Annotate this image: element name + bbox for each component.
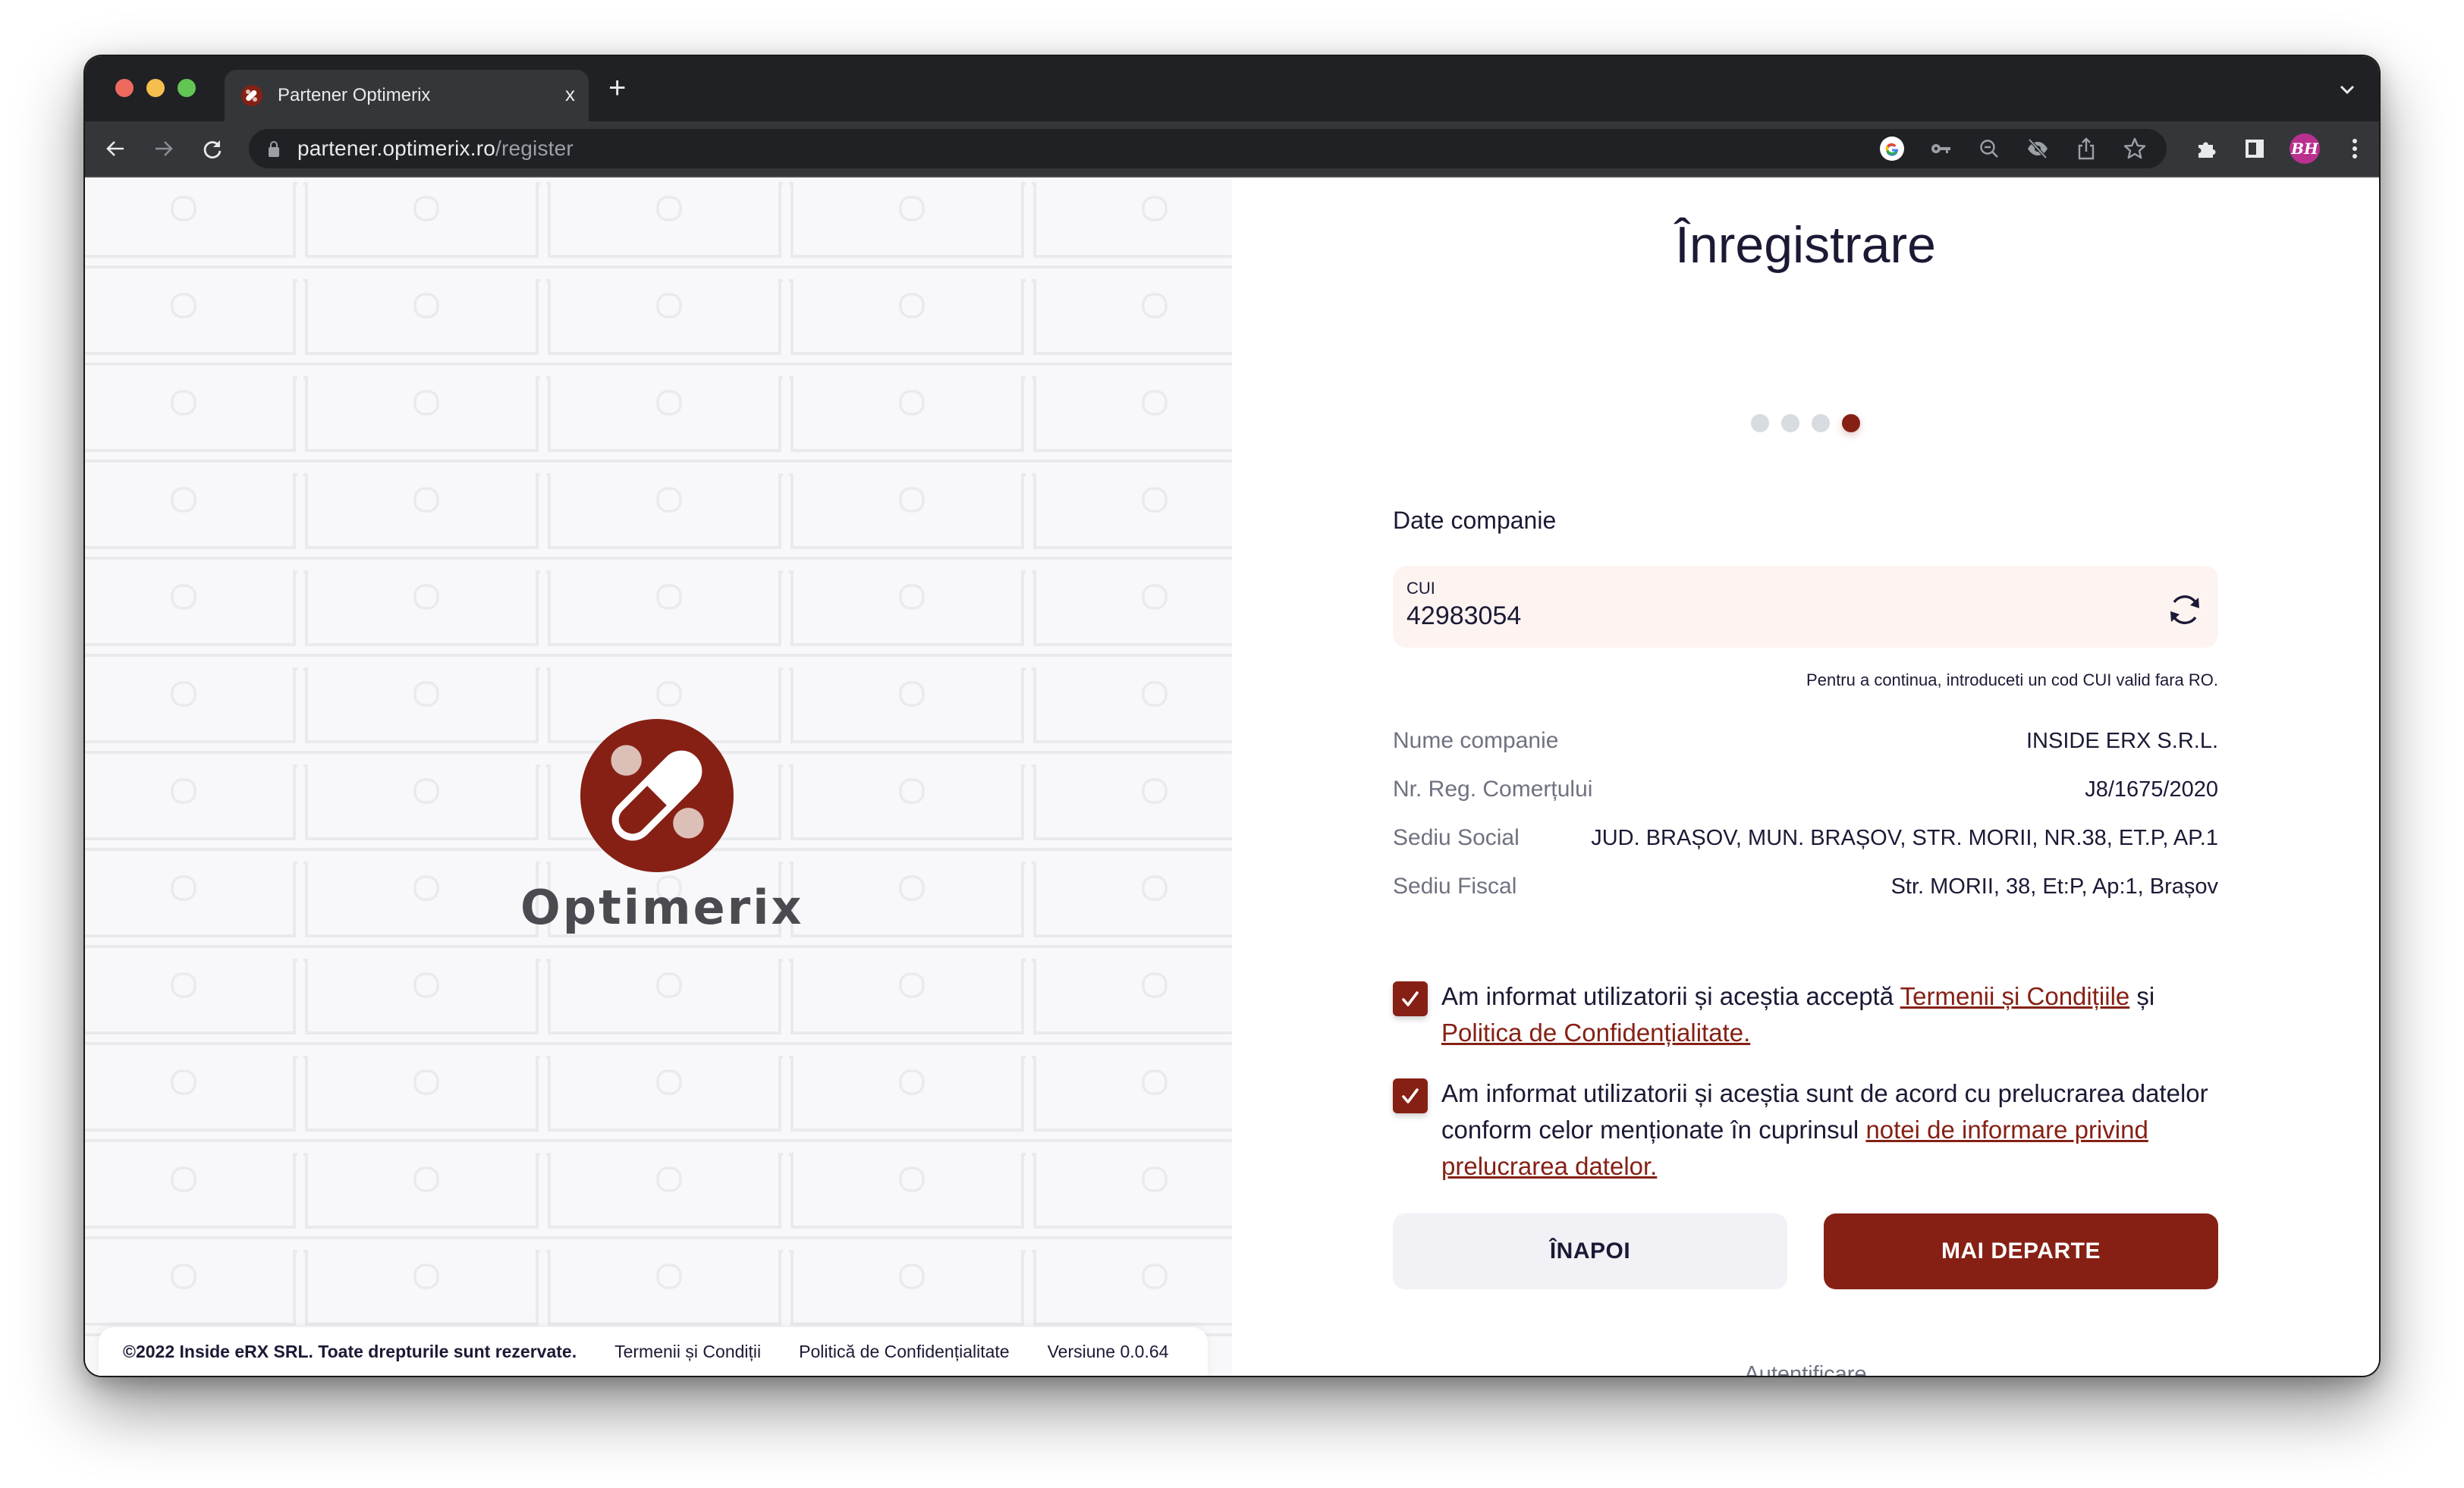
- footer: ©2022 Inside eRX SRL. Toate drepturile s…: [99, 1327, 1208, 1376]
- detail-label: Sediu Fiscal: [1393, 874, 1517, 899]
- back-arrow-icon[interactable]: [100, 133, 130, 164]
- company-details: Nume companie INSIDE ERX S.R.L. Nr. Reg.…: [1393, 728, 2218, 922]
- browser-toolbar: partener.optimerix.ro/register BH: [85, 121, 2379, 177]
- step-dot-4-active: [1842, 414, 1860, 432]
- url-host: partener.optimerix.ro: [297, 137, 495, 160]
- extensions-icon[interactable]: [2192, 135, 2220, 162]
- optimerix-pill-icon: [241, 85, 262, 106]
- tab-strip: Partener Optimerix x +: [85, 56, 2379, 121]
- lock-icon: [269, 141, 279, 157]
- browser-tab-active[interactable]: Partener Optimerix x: [225, 70, 589, 121]
- zoom-out-icon[interactable]: [1975, 135, 2003, 162]
- consent-data-processing: Am informat utilizatorii și aceștia sunt…: [1393, 1075, 2218, 1185]
- cui-value[interactable]: 42983054: [1406, 599, 2205, 633]
- refresh-icon[interactable]: [2165, 590, 2205, 629]
- step-dot-1: [1751, 414, 1769, 432]
- brand-logo: Optimerix: [520, 719, 804, 935]
- cui-input[interactable]: CUI 42983054: [1393, 566, 2218, 648]
- detail-label: Nr. Reg. Comerțului: [1393, 777, 1593, 802]
- page-title: Înregistrare: [1675, 216, 1936, 274]
- copyright-text: ©2022 Inside eRX SRL. Toate drepturile s…: [123, 1341, 577, 1361]
- maximize-window-button[interactable]: [178, 79, 196, 97]
- brand-panel: Optimerix ©2022 Inside eRX SRL. Toate dr…: [85, 177, 1232, 1376]
- star-icon[interactable]: [2121, 135, 2148, 162]
- consent-data-text: Am informat utilizatorii și aceștia sunt…: [1441, 1075, 2218, 1185]
- version-text: Versiune 0.0.64: [1047, 1341, 1169, 1361]
- close-window-button[interactable]: [115, 79, 134, 97]
- tab-close-icon[interactable]: x: [565, 80, 575, 108]
- side-panel-icon[interactable]: [2241, 135, 2268, 162]
- detail-value: INSIDE ERX S.R.L.: [2026, 729, 2218, 753]
- address-bar[interactable]: partener.optimerix.ro/register: [249, 129, 2167, 168]
- detail-value: J8/1675/2020: [2085, 777, 2218, 802]
- detail-value: Str. MORII, 38, Et:P, Ap:1, Brașov: [1890, 874, 2218, 899]
- profile-avatar[interactable]: BH: [2290, 133, 2320, 164]
- consent-text: și: [2129, 982, 2155, 1010]
- eye-off-icon[interactable]: [2024, 135, 2051, 162]
- toolbar-actions: BH: [2192, 133, 2368, 164]
- footer-privacy-link[interactable]: Politică de Confidențialitate: [799, 1342, 1009, 1362]
- detail-row-fiscal-office: Sediu Fiscal Str. MORII, 38, Et:P, Ap:1,…: [1393, 874, 2218, 922]
- next-button[interactable]: MAI DEPARTE: [1824, 1213, 2218, 1289]
- omnibox-actions: [1878, 135, 2148, 162]
- back-button[interactable]: ÎNAPOI: [1393, 1213, 1787, 1289]
- consent-terms-text: Am informat utilizatorii și aceștia acce…: [1441, 978, 2218, 1051]
- chevron-down-icon[interactable]: [2337, 79, 2358, 100]
- detail-label: Sediu Social: [1393, 825, 1520, 850]
- reload-icon[interactable]: [197, 133, 228, 164]
- pill-logo-icon: [580, 719, 734, 872]
- detail-label: Nume companie: [1393, 728, 1559, 753]
- step-indicator: [1393, 414, 2218, 432]
- privacy-link[interactable]: Politica de Confidențialitate.: [1441, 1019, 1750, 1047]
- tab-title: Partener Optimerix: [278, 85, 431, 105]
- detail-row-company-name: Nume companie INSIDE ERX S.R.L.: [1393, 728, 2218, 777]
- login-link[interactable]: Autentificare: [1393, 1362, 2218, 1376]
- consent-text: Am informat utilizatorii și aceștia acce…: [1441, 982, 1900, 1010]
- footer-terms-link[interactable]: Termenii și Condiții: [614, 1342, 761, 1362]
- section-title: Date companie: [1393, 507, 1557, 534]
- detail-row-registry-number: Nr. Reg. Comerțului J8/1675/2020: [1393, 777, 2218, 825]
- consent-terms: Am informat utilizatorii și aceștia acce…: [1393, 978, 2218, 1051]
- new-tab-button[interactable]: +: [608, 71, 626, 105]
- cui-label: CUI: [1406, 579, 1435, 598]
- kebab-menu-icon[interactable]: [2341, 135, 2368, 162]
- data-processing-checkbox[interactable]: [1393, 1078, 1428, 1113]
- detail-row-registered-office: Sediu Social JUD. BRAȘOV, MUN. BRAȘOV, S…: [1393, 825, 2218, 874]
- registration-panel: Înregistrare Date companie CUI 42983054: [1232, 177, 2379, 1376]
- google-icon[interactable]: [1878, 135, 1906, 162]
- brand-name: Optimerix: [520, 880, 804, 935]
- share-icon[interactable]: [2073, 135, 2100, 162]
- detail-value: JUD. BRAȘOV, MUN. BRAȘOV, STR. MORII, NR…: [1591, 826, 2218, 850]
- minimize-window-button[interactable]: [146, 79, 165, 97]
- checkmark-icon: [1402, 1088, 1419, 1103]
- checkmark-icon: [1402, 991, 1419, 1006]
- browser-window: Partener Optimerix x + partener.optimeri…: [85, 56, 2379, 1376]
- url-path: /register: [495, 137, 574, 160]
- step-dot-3: [1812, 414, 1830, 432]
- page-content: Optimerix ©2022 Inside eRX SRL. Toate dr…: [85, 177, 2379, 1376]
- url-text[interactable]: partener.optimerix.ro/register: [297, 137, 574, 161]
- key-icon[interactable]: [1927, 135, 1954, 162]
- terms-link[interactable]: Termenii și Condițiile: [1900, 982, 2130, 1010]
- terms-checkbox[interactable]: [1393, 981, 1428, 1016]
- step-dot-2: [1781, 414, 1799, 432]
- cui-helper-text: Pentru a continua, introduceti un cod CU…: [1806, 670, 2218, 689]
- forward-arrow-icon[interactable]: [149, 133, 179, 164]
